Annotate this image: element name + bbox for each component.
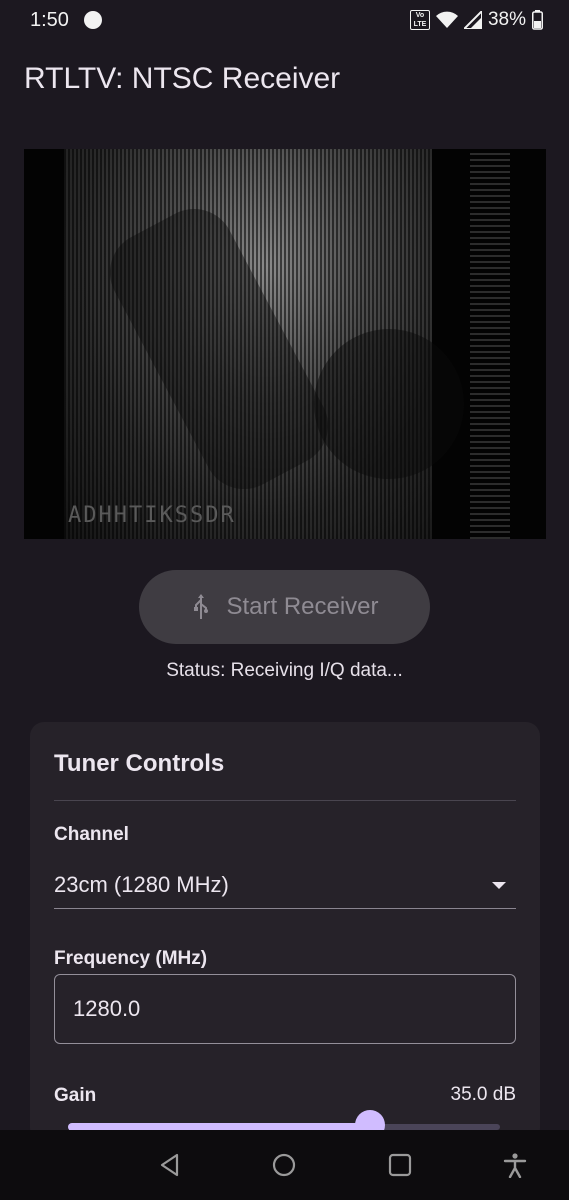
wifi-icon — [435, 11, 458, 28]
clock: 1:50 — [30, 9, 69, 31]
gain-value: 35.0 dB — [450, 1084, 517, 1105]
video-signal — [64, 149, 464, 539]
gain-label: Gain — [54, 1085, 97, 1106]
tuner-controls-title: Tuner Controls — [54, 750, 225, 777]
battery-percent: 38% — [487, 9, 526, 30]
channel-label: Channel — [54, 824, 129, 845]
divider — [54, 800, 516, 801]
start-receiver-label: Start Receiver — [226, 593, 379, 620]
video-overlay-text: ADHHTIKSSDR — [68, 503, 236, 528]
notification-dot-icon — [84, 11, 102, 29]
battery-icon — [532, 10, 543, 30]
dropdown-arrow-icon — [492, 882, 506, 889]
tuner-controls-card: Tuner Controls Channel 23cm (1280 MHz) F… — [30, 722, 540, 1142]
volte-icon: Vo LTE — [409, 10, 430, 30]
recents-icon[interactable] — [387, 1152, 413, 1178]
app-title: RTLTV: NTSC Receiver — [24, 62, 341, 95]
channel-value: 23cm (1280 MHz) — [54, 872, 229, 897]
back-icon[interactable] — [157, 1152, 183, 1178]
usb-icon — [194, 594, 209, 619]
channel-dropdown[interactable]: 23cm (1280 MHz) — [54, 862, 516, 909]
status-bar: 1:50 Vo LTE 38% — [0, 0, 569, 42]
home-icon[interactable] — [271, 1152, 297, 1178]
status-text: Status: Receiving I/Q data... — [166, 660, 403, 681]
status-icons: Vo LTE 38% — [409, 9, 543, 31]
video-noise — [470, 149, 510, 539]
video-display: ADHHTIKSSDR — [24, 149, 546, 539]
navigation-bar — [0, 1130, 569, 1200]
frequency-label: Frequency (MHz) — [54, 948, 208, 969]
signal-icon — [463, 11, 482, 29]
start-receiver-button[interactable]: Start Receiver — [139, 570, 430, 644]
accessibility-icon[interactable] — [502, 1152, 528, 1178]
frequency-input[interactable] — [54, 974, 516, 1044]
